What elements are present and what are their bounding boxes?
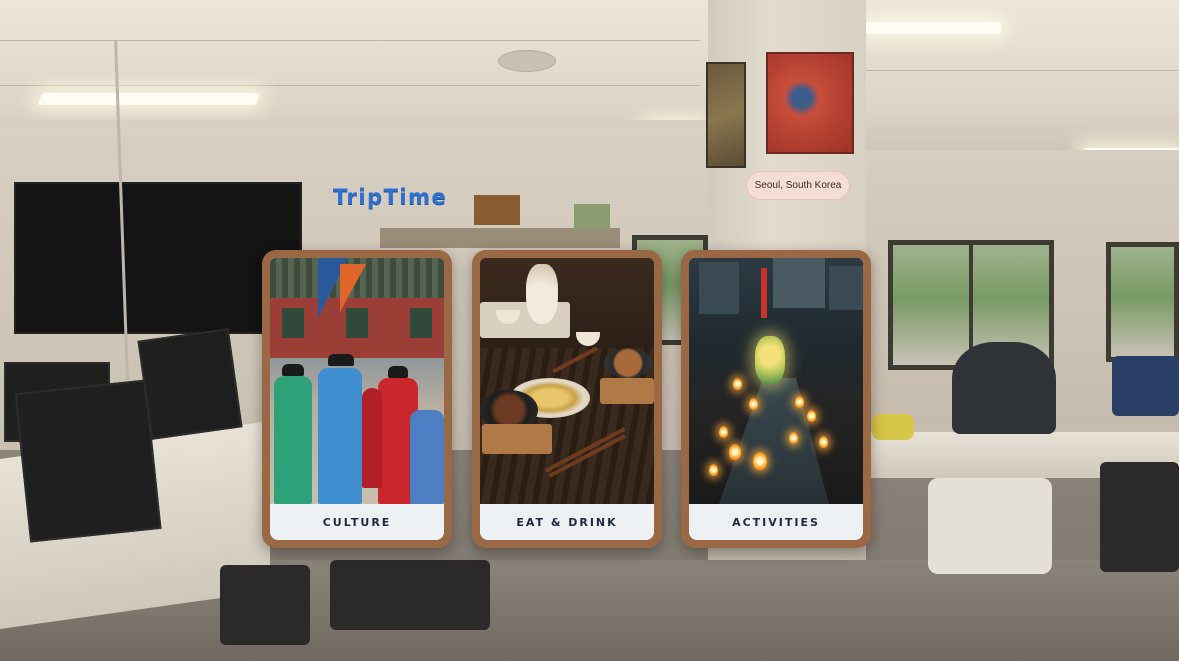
category-card-activities[interactable]: ACTIVITIES [681, 250, 871, 548]
wall-tv [14, 182, 302, 334]
korean-food-photo [480, 258, 654, 504]
desk-item [872, 414, 914, 440]
wall-painting [706, 62, 746, 168]
brand-logo: TripTime [333, 185, 448, 209]
office-window [1106, 242, 1179, 362]
white-office-chair [928, 478, 1052, 574]
ceiling-grid-line [0, 85, 700, 86]
desk-monitor [14, 379, 162, 543]
wall-poster [574, 204, 610, 230]
location-badge[interactable]: Seoul, South Korea [746, 171, 850, 200]
category-label-eat-drink: EAT & DRINK [480, 504, 654, 540]
lantern-festival-photo [689, 258, 863, 504]
ceiling-speaker [498, 50, 556, 72]
category-label-culture: CULTURE [270, 504, 444, 540]
office-chair [220, 565, 310, 645]
office-chair [1112, 356, 1179, 416]
palace-guards-photo [270, 258, 444, 504]
category-label-activities: ACTIVITIES [689, 504, 863, 540]
category-card-eat-drink[interactable]: EAT & DRINK [472, 250, 662, 548]
wall-poster [380, 228, 620, 248]
ceiling-light [37, 93, 261, 105]
category-card-culture[interactable]: CULTURE [262, 250, 452, 548]
wall-painting [766, 52, 854, 154]
office-chair [1100, 462, 1179, 572]
ceiling-grid-line [866, 70, 1179, 71]
seated-person [952, 342, 1056, 434]
desk-monitor [137, 328, 243, 440]
ceiling-grid-line [0, 40, 700, 41]
office-chair [330, 560, 490, 630]
ceiling-light [866, 22, 1001, 34]
